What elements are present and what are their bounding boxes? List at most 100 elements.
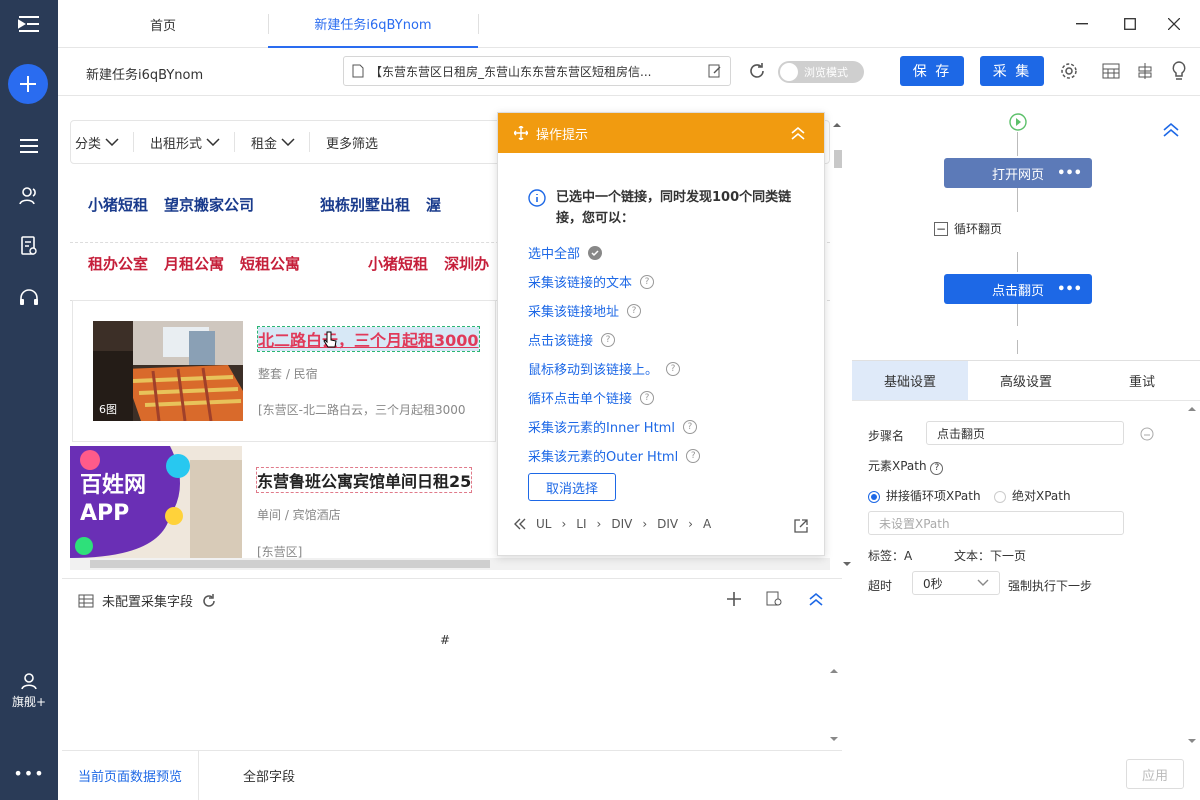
node-menu-icon[interactable]: ••• <box>1057 166 1082 181</box>
url-bar[interactable]: 【东营东营区日租房_东营山东东营东营区短租房信... <box>343 56 731 86</box>
collapse-icon[interactable] <box>790 126 806 140</box>
scroll-up-icon[interactable] <box>830 667 838 675</box>
close-icon[interactable] <box>1162 12 1186 36</box>
action-collect-url[interactable]: 采集该链接地址? <box>528 301 642 320</box>
tab-all-fields[interactable]: 全部字段 <box>199 751 311 800</box>
double-chevron-left-icon[interactable] <box>514 518 526 530</box>
flow-icon[interactable] <box>1134 60 1156 82</box>
help-icon[interactable]: ? <box>666 361 681 376</box>
filter-more[interactable]: 更多筛选 <box>310 132 392 152</box>
new-task-button[interactable] <box>8 64 48 104</box>
refresh-icon[interactable] <box>201 593 217 609</box>
save-button[interactable]: 保 存 <box>900 56 964 86</box>
crumb-tag[interactable]: LI <box>576 517 586 531</box>
radio-absolute-xpath[interactable]: 绝对XPath <box>994 487 1071 504</box>
minimize-icon[interactable] <box>1070 12 1094 36</box>
help-icon[interactable]: ? <box>930 461 944 475</box>
action-outer-html[interactable]: 采集该元素的Outer Html? <box>528 446 701 465</box>
more-icon[interactable]: ••• <box>0 764 58 783</box>
tab-basic-settings[interactable]: 基础设置 <box>852 361 968 400</box>
document-icon[interactable] <box>0 226 58 266</box>
help-icon[interactable]: ? <box>686 448 701 463</box>
tab-retry[interactable]: 重试 <box>1084 361 1200 400</box>
scroll-down-icon[interactable] <box>1188 737 1196 745</box>
cancel-selection-button[interactable]: 取消选择 <box>528 473 616 501</box>
browse-mode-toggle[interactable]: 浏览模式 <box>778 61 864 83</box>
listing-photo[interactable]: 百姓网 APP <box>70 446 242 558</box>
scroll-thumb[interactable] <box>90 560 490 568</box>
edit-url-icon[interactable] <box>708 64 722 78</box>
scroll-down-icon[interactable] <box>842 560 852 568</box>
listing-card[interactable]: 6图 北二路白云，三个月起租3000 整套 / 民宿 [东营区-北二路白云，三个… <box>72 300 496 442</box>
listing-title-link[interactable]: 北二路白云，三个月起租3000 <box>257 326 480 352</box>
collapse-up-icon[interactable] <box>808 592 824 606</box>
help-icon[interactable]: ? <box>627 303 642 318</box>
tab-current-page-preview[interactable]: 当前页面数据预览 <box>62 750 200 800</box>
page-link[interactable]: 望京搬家公司 <box>164 194 254 215</box>
collect-button[interactable]: 采 集 <box>980 56 1044 86</box>
page-link[interactable]: 小猪短租 <box>368 253 428 274</box>
action-click-link[interactable]: 点击该链接? <box>528 330 616 349</box>
tab-new-task[interactable]: 新建任务i6qBYnom <box>268 0 478 48</box>
page-link[interactable]: 小猪短租 <box>88 194 148 215</box>
add-field-icon[interactable] <box>726 591 742 607</box>
field-settings-icon[interactable] <box>766 591 782 607</box>
page-link[interactable]: 月租公寓 <box>164 253 224 274</box>
action-hover-link[interactable]: 鼠标移动到该链接上。? <box>528 359 681 378</box>
action-select-all[interactable]: 选中全部 <box>528 243 603 262</box>
headset-icon[interactable] <box>0 278 58 318</box>
vertical-scrollbar[interactable] <box>832 118 851 568</box>
step-name-input[interactable]: 点击翻页 <box>926 421 1124 445</box>
flow-loop-node[interactable]: − 循环翻页 <box>934 220 1002 237</box>
maximize-icon[interactable] <box>1118 12 1142 36</box>
page-link[interactable]: 独栋别墅出租 <box>320 194 410 215</box>
page-link[interactable]: 深圳办 <box>444 253 489 274</box>
scroll-up-icon[interactable] <box>1188 405 1196 413</box>
help-icon[interactable]: ? <box>640 274 655 289</box>
crumb-tag[interactable]: A <box>703 517 711 531</box>
listing-title-link[interactable]: 东营鲁班公寓宾馆单间日租25 <box>255 467 473 493</box>
apply-button[interactable]: 应用 <box>1126 759 1184 789</box>
help-icon[interactable]: ? <box>601 332 616 347</box>
flagship-upgrade[interactable]: 旗舰+ <box>0 672 58 710</box>
scroll-down-icon[interactable] <box>830 735 838 743</box>
action-inner-html[interactable]: 采集该元素的Inner Html? <box>528 417 697 436</box>
timeout-select[interactable]: 0秒 <box>912 571 1000 595</box>
task-list-icon[interactable] <box>0 126 58 166</box>
page-link[interactable]: 短租公寓 <box>240 253 300 274</box>
page-link[interactable]: 租办公室 <box>88 253 148 274</box>
listing-card[interactable]: 百姓网 APP 东营鲁班公寓宾馆单间日租25 单间 / 宾馆酒店 [东营区] <box>70 446 496 566</box>
filter-rent-type[interactable]: 出租形式 <box>134 132 236 152</box>
tab-home[interactable]: 首页 <box>58 0 268 48</box>
radio-concat-xpath[interactable]: 拼接循环项XPath <box>868 487 981 504</box>
users-icon[interactable] <box>0 176 58 216</box>
page-link[interactable]: 渥 <box>426 194 441 215</box>
crumb-tag[interactable]: DIV <box>657 517 678 531</box>
lightbulb-icon[interactable] <box>1168 60 1190 82</box>
help-icon[interactable]: ? <box>640 390 655 405</box>
external-link-icon[interactable] <box>794 519 808 533</box>
scroll-up-icon[interactable] <box>832 121 842 129</box>
action-loop-click[interactable]: 循环点击单个链接? <box>528 388 655 407</box>
collapse-loop-icon[interactable]: − <box>934 221 948 236</box>
hint-header[interactable]: 操作提示 <box>498 113 824 153</box>
filter-category[interactable]: 分类 <box>71 132 135 152</box>
scroll-thumb[interactable] <box>834 150 842 168</box>
help-icon[interactable]: ? <box>682 419 697 434</box>
filter-rent[interactable]: 租金 <box>235 132 311 152</box>
flow-node-click-next[interactable]: 点击翻页 ••• <box>944 274 1092 304</box>
api-icon[interactable] <box>1140 427 1154 441</box>
listing-photo[interactable]: 6图 <box>93 321 243 421</box>
node-menu-icon[interactable]: ••• <box>1057 282 1082 297</box>
table-icon[interactable] <box>1100 60 1122 82</box>
tab-advanced-settings[interactable]: 高级设置 <box>968 361 1084 400</box>
collapse-menu-icon[interactable] <box>0 4 58 44</box>
crumb-tag[interactable]: DIV <box>611 517 632 531</box>
collapse-up-icon[interactable] <box>1162 122 1180 138</box>
refresh-icon[interactable] <box>746 60 768 82</box>
gear-icon[interactable] <box>1058 60 1080 82</box>
xpath-input[interactable]: 未设置XPath <box>868 511 1124 535</box>
crumb-tag[interactable]: UL <box>536 517 551 531</box>
move-icon[interactable] <box>514 126 528 140</box>
action-collect-text[interactable]: 采集该链接的文本? <box>528 272 655 291</box>
